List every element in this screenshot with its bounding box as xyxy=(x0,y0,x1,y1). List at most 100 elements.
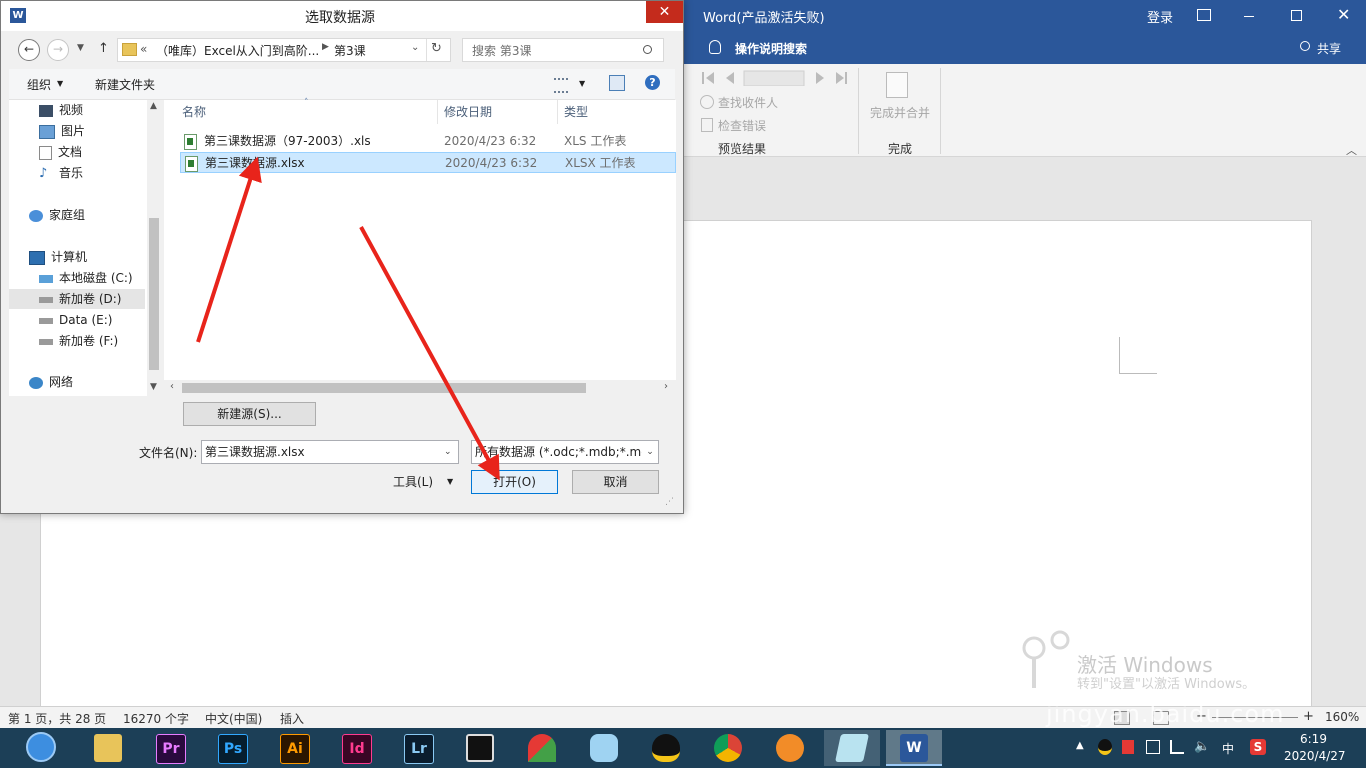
word-count[interactable]: 16270 个字 xyxy=(123,710,189,727)
find-recipient-button[interactable]: 查找收件人 xyxy=(718,94,778,111)
file-type-select[interactable]: 所有数据源 (*.odc;*.mdb;*.md ⌄ xyxy=(471,440,659,464)
nav-item-drive-e[interactable]: Data (E:) xyxy=(39,310,112,330)
device-tray-icon[interactable] xyxy=(1146,740,1160,754)
organize-menu[interactable]: 组织 xyxy=(27,76,51,93)
search-icon[interactable] xyxy=(643,45,652,54)
view-dropdown-icon[interactable]: ▼ xyxy=(579,79,585,88)
zoom-in-icon[interactable]: + xyxy=(1303,709,1314,724)
restore-icon[interactable] xyxy=(1291,10,1302,21)
ime-indicator[interactable]: 中 xyxy=(1222,740,1234,757)
word-close-icon[interactable]: ✕ xyxy=(1337,5,1350,24)
taskbar-lightroom[interactable]: Lr xyxy=(390,730,446,766)
nav-item-documents[interactable]: 文档 xyxy=(39,142,82,162)
zoom-level[interactable]: 160% xyxy=(1325,710,1359,724)
new-source-button[interactable]: 新建源(S)... xyxy=(183,402,316,426)
taskbar-premiere[interactable]: Pr xyxy=(142,730,198,766)
start-orb-icon[interactable] xyxy=(26,732,56,762)
nav-item-videos[interactable]: 视频 xyxy=(39,100,83,120)
resize-grip-icon[interactable]: ⋰ xyxy=(665,497,674,507)
clock-date[interactable]: 2020/4/27 xyxy=(1284,749,1346,763)
tray-overflow-icon[interactable]: ▲ xyxy=(1076,740,1084,751)
taskbar-app-orange[interactable] xyxy=(762,730,818,766)
nav-item-drive-c[interactable]: 本地磁盘 (C:) xyxy=(39,268,133,288)
language-indicator[interactable]: 中文(中国) xyxy=(205,710,262,727)
file-list[interactable]: 名称 ˄ 修改日期 类型 第三课数据源（97-2003）.xls 2020/4/… xyxy=(164,98,676,396)
column-header-type[interactable]: 类型 xyxy=(564,100,588,124)
file-type-dropdown-icon[interactable]: ⌄ xyxy=(642,441,658,463)
breadcrumb-overflow[interactable]: « xyxy=(140,42,147,56)
nav-item-music[interactable]: ♪ 音乐 xyxy=(39,163,83,183)
qq-tray-icon[interactable] xyxy=(1098,739,1112,755)
filename-field[interactable]: 第三课数据源.xlsx ⌄ xyxy=(201,440,459,464)
collapse-ribbon-icon[interactable]: ︿ xyxy=(1346,142,1357,158)
sogou-ime-icon[interactable]: S xyxy=(1250,739,1266,755)
preview-pane-icon[interactable] xyxy=(609,75,625,91)
share-button[interactable]: 共享 xyxy=(1317,40,1341,57)
insert-mode[interactable]: 插入 xyxy=(280,710,304,727)
tools-dropdown-icon[interactable]: ▼ xyxy=(447,477,453,486)
tools-menu[interactable]: 工具(L) xyxy=(393,473,433,490)
minimize-icon[interactable] xyxy=(1244,16,1254,17)
address-bar[interactable]: « （唯库）Excel从入门到高阶... ▶ 第3课 ⌄ ↻ xyxy=(117,38,451,62)
finish-merge-button[interactable]: 完成并合并 xyxy=(870,104,930,121)
filename-dropdown-icon[interactable]: ⌄ xyxy=(444,441,452,463)
nav-scroll-thumb[interactable] xyxy=(149,218,159,370)
column-divider[interactable] xyxy=(557,100,558,124)
up-icon[interactable]: ↑ xyxy=(98,41,109,56)
scroll-up-icon[interactable]: ▲ xyxy=(150,101,157,111)
taskbar-app-cat[interactable] xyxy=(576,730,632,766)
back-icon[interactable]: ← xyxy=(18,39,40,61)
taskbar-indesign[interactable]: Id xyxy=(328,730,384,766)
file-row-selected[interactable]: 第三课数据源.xlsx 2020/4/23 6:32 XLSX 工作表 xyxy=(180,152,676,173)
clock-time[interactable]: 6:19 xyxy=(1300,732,1327,746)
taskbar-photoshop[interactable]: Ps xyxy=(204,730,260,766)
nav-item-network[interactable]: 网络 xyxy=(29,372,73,392)
nav-item-drive-d[interactable]: 新加卷 (D:) xyxy=(9,289,145,309)
breadcrumb-item[interactable]: 第3课 xyxy=(334,42,366,59)
open-button[interactable]: 打开(O) xyxy=(471,470,558,494)
column-divider[interactable] xyxy=(437,100,438,124)
search-box[interactable]: 搜索 第3课 xyxy=(462,38,664,62)
record-navigation[interactable] xyxy=(700,70,850,86)
taskbar-qq[interactable] xyxy=(638,730,694,766)
scroll-left-icon[interactable]: ‹ xyxy=(170,381,174,392)
nav-item-drive-f[interactable]: 新加卷 (F:) xyxy=(39,331,118,351)
tell-me-search[interactable]: 操作说明搜索 xyxy=(735,40,807,57)
nav-item-computer[interactable]: 计算机 xyxy=(29,247,87,267)
file-hscrollbar[interactable]: ‹ › xyxy=(164,380,676,396)
address-dropdown-icon[interactable]: ⌄ xyxy=(411,42,419,53)
taskbar-app-notes[interactable] xyxy=(824,730,880,766)
breadcrumb-item[interactable]: （唯库）Excel从入门到高阶... xyxy=(156,42,319,59)
taskbar-app-umbrella[interactable] xyxy=(514,730,570,766)
scroll-right-icon[interactable]: › xyxy=(664,381,668,392)
view-options-icon[interactable] xyxy=(554,78,568,93)
taskbar-illustrator[interactable]: Ai xyxy=(266,730,322,766)
nav-scrollbar[interactable]: ▲ ▼ xyxy=(147,100,161,396)
taskbar-file-explorer[interactable] xyxy=(80,730,136,766)
organize-dropdown-icon[interactable]: ▼ xyxy=(57,79,63,88)
column-header-date[interactable]: 修改日期 xyxy=(444,100,492,124)
new-folder-button[interactable]: 新建文件夹 xyxy=(95,76,155,93)
ribbon-display-options-icon[interactable] xyxy=(1197,9,1211,21)
file-row[interactable]: 第三课数据源（97-2003）.xls 2020/4/23 6:32 XLS 工… xyxy=(180,131,676,152)
dialog-close-icon[interactable]: ✕ xyxy=(646,1,683,23)
scroll-down-icon[interactable]: ▼ xyxy=(150,382,157,392)
nav-item-pictures[interactable]: 图片 xyxy=(39,121,85,141)
forward-icon[interactable]: → xyxy=(47,39,69,61)
navigation-pane[interactable]: 视频 图片 文档 ♪ 音乐 家庭组 计算机 本地磁盘 (C:) 新加卷 (D:) … xyxy=(9,100,161,396)
cancel-button[interactable]: 取消 xyxy=(572,470,659,494)
flagged-tray-icon[interactable] xyxy=(1122,740,1134,754)
taskbar-video-player[interactable] xyxy=(452,730,508,766)
search-input[interactable]: 搜索 第3课 xyxy=(472,42,531,59)
column-header-name[interactable]: 名称 xyxy=(182,100,206,124)
recent-locations-icon[interactable]: ▼ xyxy=(77,43,84,53)
taskbar-chrome[interactable] xyxy=(700,730,756,766)
help-icon[interactable]: ? xyxy=(645,75,660,90)
refresh-icon[interactable]: ↻ xyxy=(431,41,442,56)
network-tray-icon[interactable] xyxy=(1170,740,1184,754)
file-hscroll-thumb[interactable] xyxy=(182,383,586,393)
taskbar-word[interactable]: W xyxy=(886,730,942,766)
check-errors-button[interactable]: 检查错误 xyxy=(718,117,766,134)
page-count[interactable]: 第 1 页，共 28 页 xyxy=(8,710,106,727)
login-button[interactable]: 登录 xyxy=(1147,7,1173,26)
